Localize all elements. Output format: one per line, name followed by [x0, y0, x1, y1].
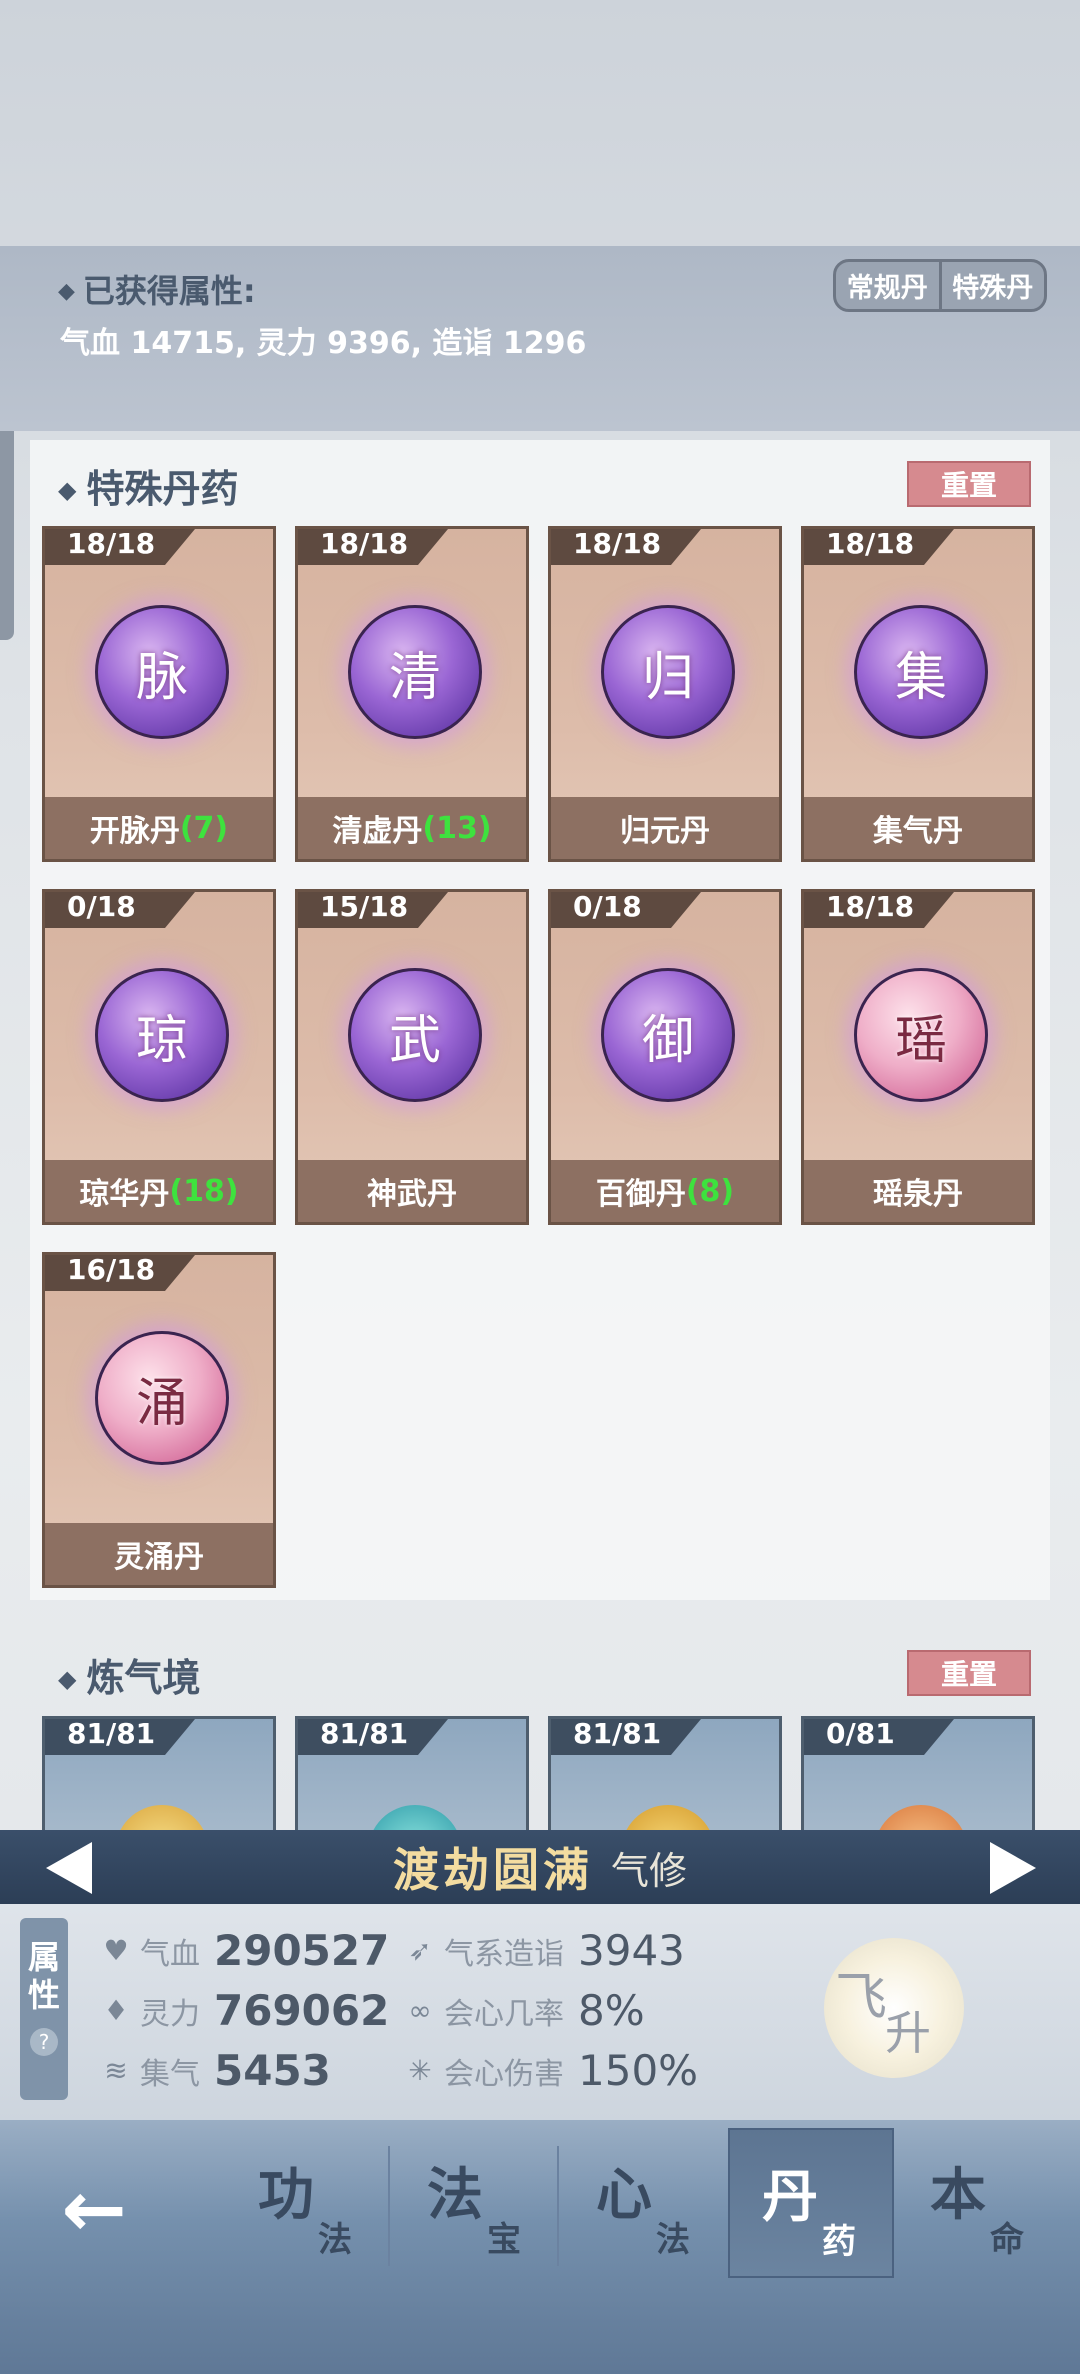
qi-pill-card[interactable]: 81/81 [295, 1716, 529, 1836]
swirl-icon: ≋ [104, 2054, 128, 2087]
stat-hp: ♥ 气血 290527 [98, 1926, 389, 1975]
stat-crit-rate: ∞ 会心几率 8% [402, 1986, 644, 2035]
pill-count: 0/18 [573, 890, 642, 923]
tab-fabao[interactable]: 法 宝 [395, 2128, 561, 2278]
pill-extra-count: (18) [169, 1173, 239, 1209]
qi-pill-card[interactable]: 0/81 [801, 1716, 1035, 1836]
obtained-attributes-title: ◆ 已获得属性: [58, 272, 256, 310]
pill-count: 18/18 [573, 527, 662, 560]
pill-count: 81/81 [67, 1717, 156, 1750]
knot-icon: ∞ [408, 1994, 432, 2027]
pill-card-baiyu[interactable]: 0/18 御 百御丹 (8) [548, 889, 782, 1225]
pill-orb-icon: 清 [348, 605, 482, 739]
pill-orb-icon: 御 [601, 968, 735, 1102]
pill-name-bar: 清虚丹 (13) [298, 797, 526, 859]
pill-count: 0/18 [67, 890, 136, 923]
pill-orb-icon: 归 [601, 605, 735, 739]
tab-danyao[interactable]: 丹 药 [728, 2128, 894, 2278]
burst-icon: ✳ [408, 2054, 432, 2087]
diamond-icon: ◆ [58, 279, 75, 304]
pill-card-qionghua[interactable]: 0/18 琼 琼华丹 (18) [42, 889, 276, 1225]
pill-orb-icon: 琼 [95, 968, 229, 1102]
pill-name-bar: 开脉丹 (7) [45, 797, 273, 859]
pill-name-bar: 百御丹 (8) [551, 1160, 779, 1222]
qi-pill-card[interactable]: 81/81 [548, 1716, 782, 1836]
pill-card-lingyong[interactable]: 16/18 涌 灵涌丹 [42, 1252, 276, 1588]
pill-extra-count: (8) [685, 1173, 735, 1209]
obtained-attributes-values: 气血 14715, 灵力 9396, 造诣 1296 [60, 326, 587, 361]
pill-card-guiyuan[interactable]: 18/18 归 归元丹 [548, 526, 782, 862]
pill-extra-count: (7) [179, 810, 229, 846]
pill-count: 18/18 [826, 890, 915, 923]
pill-card-jiqi[interactable]: 18/18 集 集气丹 [801, 526, 1035, 862]
pill-card-qingxu[interactable]: 18/18 清 清虚丹 (13) [295, 526, 529, 862]
nav-divider [388, 2146, 390, 2266]
flame-icon: ♦ [103, 1994, 129, 2027]
ascend-button[interactable]: 飞 升 [824, 1938, 964, 2078]
attribute-tab[interactable]: 属 性 ? [20, 1918, 68, 2100]
realm-title: 渡劫圆满 气修 [0, 1830, 1080, 1904]
pill-orb-icon: 集 [854, 605, 988, 739]
pill-count: 18/18 [320, 527, 409, 560]
pill-name-bar: 琼华丹 (18) [45, 1160, 273, 1222]
stat-crit-damage: ✳ 会心伤害 150% [402, 2046, 698, 2095]
pill-orb-icon: 脉 [95, 605, 229, 739]
pill-count: 18/18 [826, 527, 915, 560]
pill-extra-count: (13) [422, 810, 492, 846]
regular-pill-tab[interactable]: 常规丹 [836, 262, 939, 309]
stat-sp: ♦ 灵力 769062 [98, 1986, 389, 2035]
pill-count: 15/18 [320, 890, 409, 923]
pill-name-bar: 瑶泉丹 [804, 1160, 1032, 1222]
tab-benming[interactable]: 本 命 [898, 2128, 1064, 2278]
qi-reset-button[interactable]: 重置 [907, 1650, 1031, 1696]
heart-icon: ♥ [103, 1934, 129, 1967]
diamond-icon: ◆ [58, 1665, 77, 1693]
qi-pill-card[interactable]: 81/81 [42, 1716, 276, 1836]
diamond-icon: ◆ [58, 476, 77, 504]
cultivation-type: 气修 [610, 1848, 687, 1893]
pill-count: 81/81 [573, 1717, 662, 1750]
pill-count: 16/18 [67, 1253, 156, 1286]
special-section-title: ◆ 特殊丹药 [58, 467, 239, 511]
prev-realm-arrow-icon[interactable] [46, 1842, 92, 1894]
pill-card-kaimai[interactable]: 18/18 脉 开脉丹 (7) [42, 526, 276, 862]
back-arrow-icon[interactable]: ← [44, 2165, 144, 2255]
pill-card-shenwu[interactable]: 15/18 武 神武丹 [295, 889, 529, 1225]
pill-card-yaoquan[interactable]: 18/18 瑶 瑶泉丹 [801, 889, 1035, 1225]
pill-name-bar: 神武丹 [298, 1160, 526, 1222]
special-reset-button[interactable]: 重置 [907, 461, 1031, 507]
wind-icon: ➶ [408, 1934, 432, 1967]
tab-gongfa[interactable]: 功 法 [226, 2128, 392, 2278]
nav-divider [557, 2146, 559, 2266]
stat-gather: ≋ 集气 5453 [98, 2046, 331, 2095]
pill-name-bar: 灵涌丹 [45, 1523, 273, 1585]
next-realm-arrow-icon[interactable] [990, 1842, 1036, 1894]
tab-xinfa[interactable]: 心 法 [564, 2128, 730, 2278]
pill-count: 0/81 [826, 1717, 895, 1750]
help-icon[interactable]: ? [30, 2028, 58, 2056]
qi-section-title: ◆ 炼气境 [58, 1656, 201, 1700]
special-pill-tab[interactable]: 特殊丹 [938, 262, 1045, 309]
pill-orb-icon: 武 [348, 968, 482, 1102]
pill-type-toggle: 常规丹 特殊丹 [833, 259, 1047, 312]
realm-name: 渡劫圆满 [392, 1843, 593, 1897]
pill-name-bar: 归元丹 [551, 797, 779, 859]
pill-orb-icon: 瑶 [854, 968, 988, 1102]
pill-name-bar: 集气丹 [804, 797, 1032, 859]
pill-orb-icon: 涌 [95, 1331, 229, 1465]
pill-count: 81/81 [320, 1717, 409, 1750]
stat-mastery: ➶ 气系造诣 3943 [402, 1926, 685, 1975]
pill-count: 18/18 [67, 527, 156, 560]
